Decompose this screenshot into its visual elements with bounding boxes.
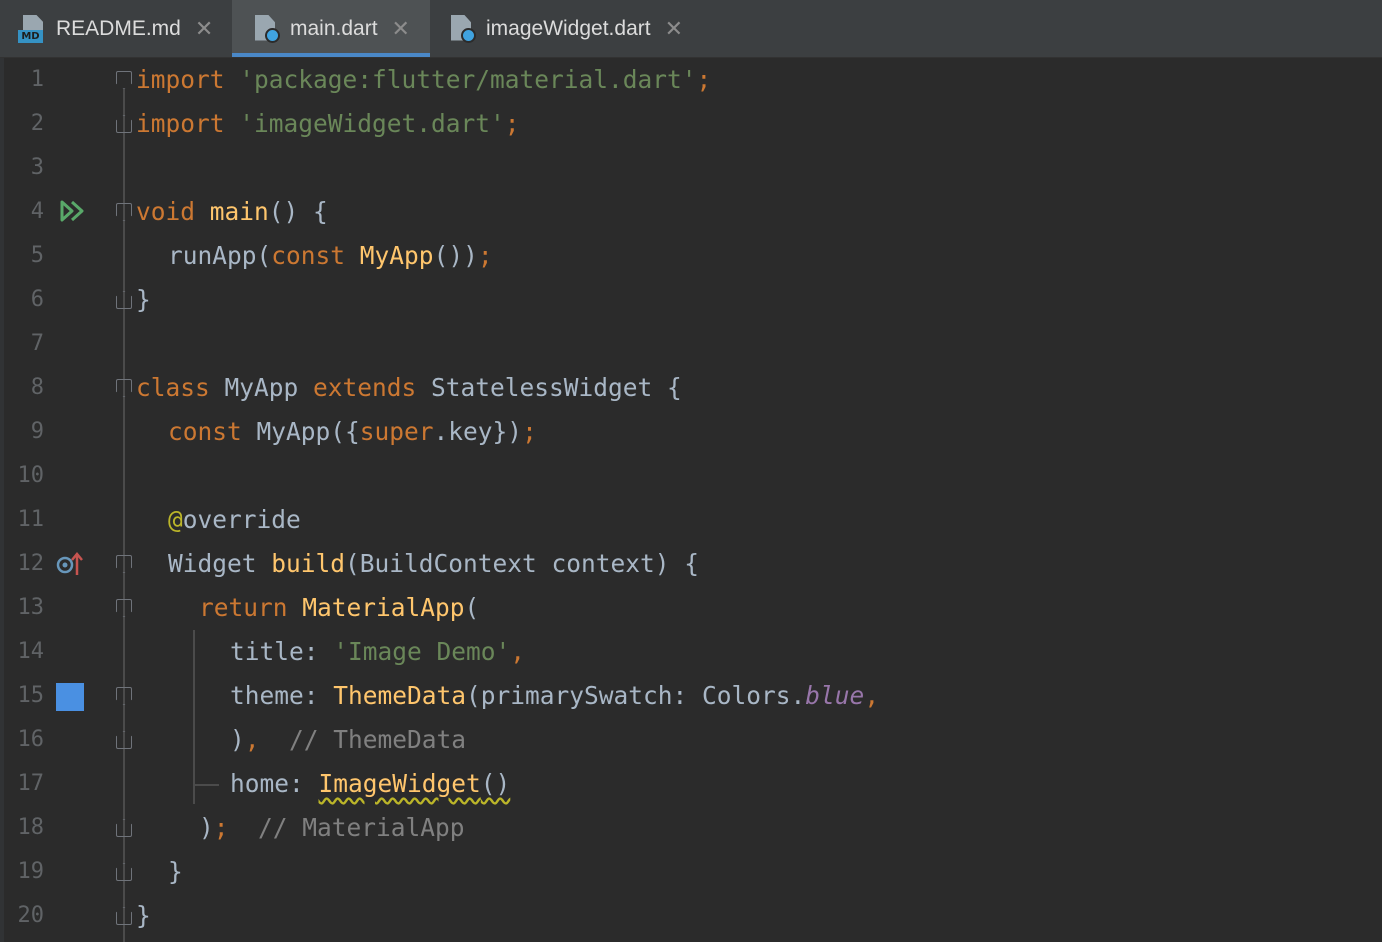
- fold-icon[interactable]: [116, 291, 132, 309]
- fold-icon[interactable]: [116, 203, 132, 221]
- run-icon[interactable]: [60, 200, 86, 227]
- code-text: runApp(const MyApp());: [168, 241, 493, 270]
- code-text: }: [168, 857, 183, 886]
- code-text: }: [136, 285, 151, 314]
- fold-icon[interactable]: [116, 731, 132, 749]
- fold-icon[interactable]: [116, 819, 132, 837]
- line-number: 14: [17, 639, 45, 664]
- fold-icon[interactable]: [116, 115, 132, 133]
- code-line: 14 title: 'Image Demo',: [0, 630, 1382, 674]
- line-number: 4: [30, 199, 44, 224]
- line-number: 5: [30, 243, 44, 268]
- fold-icon[interactable]: [116, 907, 132, 925]
- fold-icon[interactable]: [116, 687, 132, 705]
- code-line: 2 import 'imageWidget.dart';: [0, 102, 1382, 146]
- code-line: 15 theme: ThemeData(primarySwatch: Color…: [0, 674, 1382, 718]
- code-line: 17 home: ImageWidget(): [0, 762, 1382, 806]
- code-line: 16 ), // ThemeData: [0, 718, 1382, 762]
- code-line: 20 }: [0, 894, 1382, 938]
- dart-file-icon: [448, 14, 478, 44]
- color-swatch-icon[interactable]: [56, 683, 84, 711]
- tab-imagewidget-dart[interactable]: imageWidget.dart ✕: [448, 0, 708, 57]
- tab-label: main.dart: [290, 16, 378, 40]
- line-number: 18: [17, 815, 45, 840]
- code-text: import 'package:flutter/material.dart';: [136, 65, 712, 94]
- code-text: class MyApp extends StatelessWidget {: [136, 373, 682, 402]
- code-text: title: 'Image Demo',: [230, 637, 526, 666]
- code-line: 4 void main() {: [0, 190, 1382, 234]
- code-text: import 'imageWidget.dart';: [136, 109, 520, 138]
- code-text: @override: [168, 505, 301, 534]
- fold-icon[interactable]: [116, 379, 132, 397]
- line-number: 20: [17, 903, 45, 928]
- markdown-file-icon: MD: [18, 14, 48, 44]
- close-icon[interactable]: ✕: [392, 16, 410, 42]
- close-icon[interactable]: ✕: [195, 16, 213, 42]
- tab-label: README.md: [56, 16, 181, 40]
- line-number: 2: [30, 111, 44, 136]
- line-number: 10: [17, 463, 45, 488]
- line-number: 11: [17, 507, 45, 532]
- code-line: 13 return MaterialApp(: [0, 586, 1382, 630]
- code-editor[interactable]: 1 import 'package:flutter/material.dart'…: [0, 58, 1382, 942]
- code-line: 11 @override: [0, 498, 1382, 542]
- line-number: 9: [30, 419, 44, 444]
- code-line: 12 Widget build(BuildContext context) {: [0, 542, 1382, 586]
- tab-main-dart[interactable]: main.dart ✕: [232, 0, 430, 57]
- line-number: 1: [30, 67, 44, 92]
- code-line: 9 const MyApp({super.key});: [0, 410, 1382, 454]
- code-line: 5 runApp(const MyApp());: [0, 234, 1382, 278]
- code-text: ), // ThemeData: [230, 725, 467, 754]
- line-number: 13: [17, 595, 45, 620]
- code-line: 7: [0, 322, 1382, 366]
- line-number: 19: [17, 859, 45, 884]
- fold-icon[interactable]: [116, 555, 132, 573]
- override-method-icon[interactable]: [56, 551, 84, 582]
- code-text: Widget build(BuildContext context) {: [168, 549, 700, 578]
- line-number: 15: [17, 683, 45, 708]
- line-number: 17: [17, 771, 45, 796]
- line-number: 7: [30, 331, 44, 356]
- code-text: return MaterialApp(: [199, 593, 480, 622]
- code-line: 3: [0, 146, 1382, 190]
- tab-label: imageWidget.dart: [486, 16, 651, 40]
- code-text: void main() {: [136, 197, 328, 226]
- dart-file-icon: [252, 14, 282, 44]
- line-number: 6: [30, 287, 44, 312]
- line-number: 8: [30, 375, 44, 400]
- code-line: 6 }: [0, 278, 1382, 322]
- code-text: }: [136, 901, 151, 930]
- line-number: 12: [17, 551, 45, 576]
- code-line: 8 class MyApp extends StatelessWidget {: [0, 366, 1382, 410]
- editor-tab-bar: MD README.md ✕ main.dart ✕ imageWidget.d…: [0, 0, 1382, 58]
- code-line: 1 import 'package:flutter/material.dart'…: [0, 58, 1382, 102]
- code-text: home: ImageWidget(): [230, 769, 511, 798]
- code-line: 18 ); // MaterialApp: [0, 806, 1382, 850]
- fold-icon[interactable]: [116, 863, 132, 881]
- tab-readme[interactable]: MD README.md ✕: [18, 0, 232, 57]
- code-text: theme: ThemeData(primarySwatch: Colors.b…: [230, 681, 880, 710]
- code-line: 10: [0, 454, 1382, 498]
- code-text: ); // MaterialApp: [199, 813, 465, 842]
- fold-icon[interactable]: [116, 599, 132, 617]
- close-icon[interactable]: ✕: [665, 16, 683, 42]
- code-line: 19 }: [0, 850, 1382, 894]
- code-text: const MyApp({super.key});: [168, 417, 537, 446]
- fold-icon[interactable]: [116, 71, 132, 89]
- line-number: 3: [30, 155, 44, 180]
- line-number: 16: [17, 727, 45, 752]
